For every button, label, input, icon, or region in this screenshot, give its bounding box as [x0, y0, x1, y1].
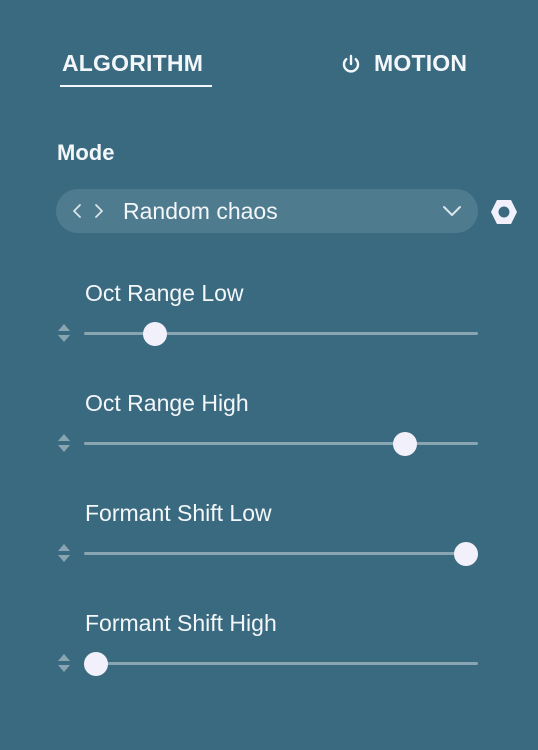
tab-motion-label: MOTION [374, 50, 468, 76]
slider-label: Oct Range High [85, 390, 249, 416]
up-down-stepper-icon[interactable] [57, 652, 71, 674]
slider-thumb[interactable] [454, 541, 479, 566]
up-down-stepper-icon[interactable] [57, 322, 71, 344]
slider-track[interactable] [84, 541, 479, 566]
active-tab-underline [60, 85, 212, 87]
slider-label: Formant Shift Low [85, 500, 272, 526]
slider-track[interactable] [84, 321, 478, 346]
up-down-stepper-icon[interactable] [57, 542, 71, 564]
slider-oct-range-high: Oct Range High [0, 390, 538, 480]
chevron-right-icon[interactable] [91, 201, 107, 221]
slider-thumb[interactable] [393, 431, 418, 456]
up-down-stepper-icon[interactable] [57, 432, 71, 454]
hexagon-settings-icon[interactable] [490, 199, 518, 225]
mode-select[interactable]: Random chaos [56, 189, 478, 233]
mode-select-value: Random chaos [123, 197, 278, 224]
chevron-left-icon[interactable] [69, 201, 85, 221]
slider-thumb[interactable] [142, 321, 167, 346]
tab-algorithm[interactable]: ALGORITHM [62, 50, 203, 77]
power-icon [340, 53, 362, 75]
slider-formant-shift-low: Formant Shift Low [0, 500, 538, 590]
slider-track[interactable] [83, 651, 478, 676]
tab-bar: ALGORITHM MOTION [0, 0, 538, 100]
slider-oct-range-low: Oct Range Low [0, 280, 538, 370]
slider-track[interactable] [84, 431, 478, 456]
tab-algorithm-label: ALGORITHM [62, 50, 204, 76]
slider-label: Formant Shift High [85, 610, 277, 636]
mode-label: Mode [57, 140, 115, 165]
slider-thumb[interactable] [83, 651, 108, 676]
tab-motion[interactable]: MOTION [340, 50, 467, 77]
slider-label: Oct Range Low [85, 280, 244, 306]
chevron-down-icon [442, 204, 462, 218]
slider-formant-shift-high: Formant Shift High [0, 610, 538, 700]
